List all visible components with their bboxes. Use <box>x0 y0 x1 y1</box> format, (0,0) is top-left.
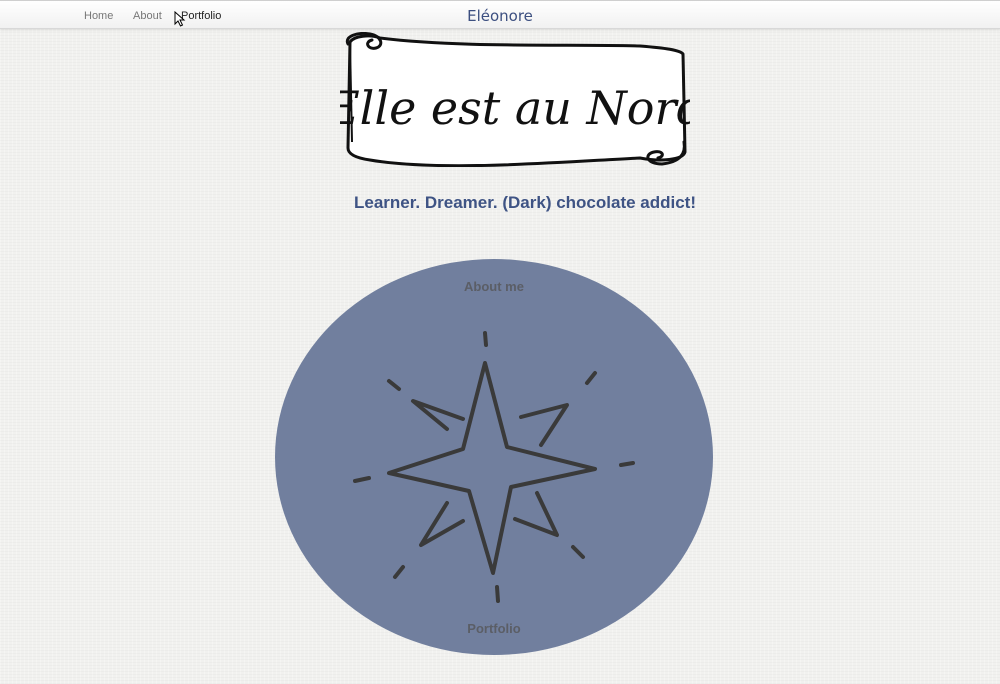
portfolio-link[interactable]: Portfolio <box>275 621 713 636</box>
compass-star-icon <box>353 331 635 603</box>
tagline: Learner. Dreamer. (Dark) chocolate addic… <box>353 193 697 212</box>
nav-about-link[interactable]: About <box>133 10 162 22</box>
about-me-link[interactable]: About me <box>275 279 713 294</box>
elle-est-au-nord-logo: Elle est au Nord <box>340 32 690 167</box>
brand-name[interactable]: Eléonore <box>467 7 533 25</box>
nav-home-link[interactable]: Home <box>84 10 113 22</box>
logo-text: Elle est au Nord <box>340 81 690 135</box>
compass-nav-circle: About me Portfolio <box>275 259 713 655</box>
mouse-cursor-icon <box>174 11 186 27</box>
nav-portfolio-link[interactable]: Portfolio <box>181 10 221 22</box>
top-navbar: Home About Portfolio Eléonore <box>0 0 1000 29</box>
